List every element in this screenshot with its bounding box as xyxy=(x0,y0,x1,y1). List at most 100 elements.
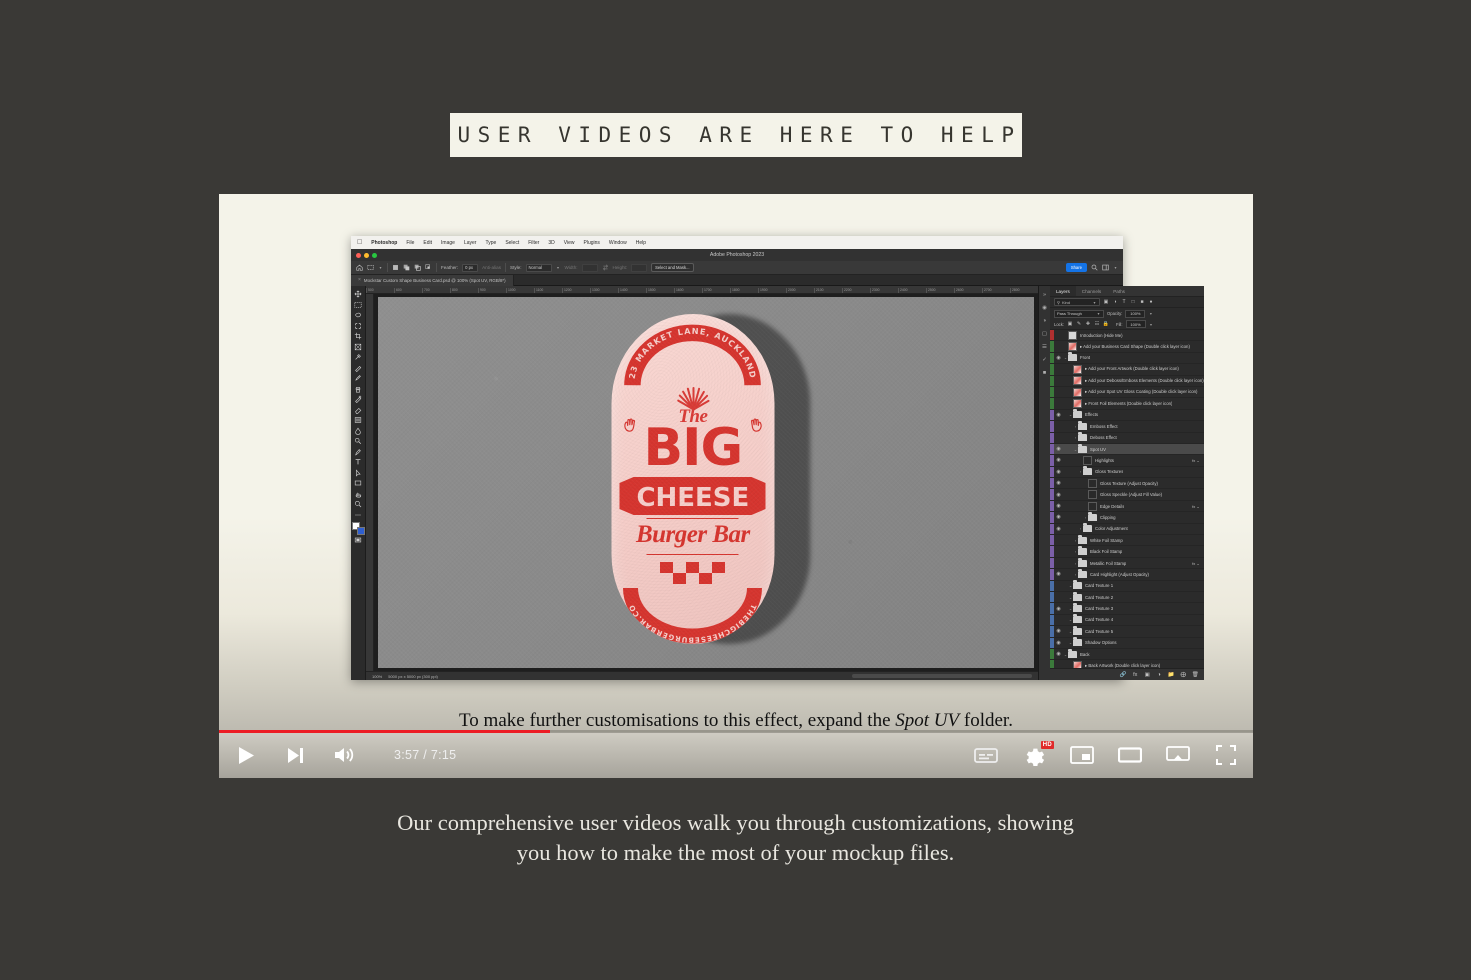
layer-row[interactable]: › Deboss Effect xyxy=(1050,432,1204,444)
horizontal-scrollbar[interactable] xyxy=(852,674,1032,678)
filter-shape-icon[interactable]: □ xyxy=(1130,299,1136,305)
layer-thumbnail[interactable] xyxy=(1088,490,1097,500)
artboard[interactable]: 23 MARKET LANE, AUCKLAND The BIG CHEESE … xyxy=(378,297,1034,668)
filter-kind-select[interactable]: ⚲ Kind ▾ xyxy=(1054,298,1100,306)
layer-thumbnail[interactable] xyxy=(1073,387,1082,397)
subtitles-button[interactable] xyxy=(973,742,999,768)
layer-row[interactable]: ◉ Edge Details fx ⌄ xyxy=(1050,500,1204,513)
antialias-label[interactable]: Anti-alias xyxy=(482,265,501,270)
layers-panel-icon[interactable]: ■ xyxy=(1041,369,1048,376)
layer-row[interactable]: ◉ › Gloss Textures xyxy=(1050,466,1204,479)
menu-filter[interactable]: Filter xyxy=(528,240,539,246)
layer-effects-icon[interactable]: fx ⌄ xyxy=(1192,504,1204,509)
spot-healing-tool-icon[interactable] xyxy=(351,363,365,374)
theater-mode-button[interactable] xyxy=(1117,742,1143,768)
layer-visibility-icon[interactable]: ◉ xyxy=(1054,571,1063,577)
filter-pixel-icon[interactable]: ▣ xyxy=(1103,299,1109,305)
home-icon[interactable] xyxy=(356,264,363,271)
opacity-input[interactable]: 100% xyxy=(1125,309,1146,318)
layer-row[interactable]: ▸ Add your Business Card Shape (Double c… xyxy=(1050,341,1204,353)
layer-style-icon[interactable]: fx xyxy=(1132,671,1139,678)
eraser-tool-icon[interactable] xyxy=(351,405,365,416)
zoom-tool-icon[interactable] xyxy=(351,499,365,510)
tab-paths[interactable]: Paths xyxy=(1107,289,1131,296)
swap-dimensions-icon[interactable] xyxy=(602,264,609,271)
chevron-down-icon[interactable]: ▾ xyxy=(1092,300,1097,305)
menu-select[interactable]: Select xyxy=(505,240,519,246)
filter-smart-object-icon[interactable]: ■ xyxy=(1139,299,1145,305)
menu-photoshop[interactable]: Photoshop xyxy=(371,240,397,246)
edit-toolbar-icon[interactable] xyxy=(351,510,365,521)
layer-effects-icon[interactable]: fx ⌄ xyxy=(1192,561,1204,566)
layer-list[interactable]: Introduction (Hide Me) ▸ Add your Busines… xyxy=(1050,330,1204,668)
layer-visibility-icon[interactable]: ◉ xyxy=(1054,651,1063,657)
cast-button[interactable] xyxy=(1165,742,1191,768)
fill-chevron-icon[interactable]: ▾ xyxy=(1149,322,1154,327)
object-selection-tool-icon[interactable] xyxy=(351,321,365,332)
rectangular-marquee-tool-icon[interactable] xyxy=(351,300,365,311)
paths-panel-icon[interactable]: ✓ xyxy=(1041,356,1048,363)
search-icon[interactable] xyxy=(1091,264,1098,271)
layer-thumbnail[interactable] xyxy=(1083,455,1092,465)
layer-row[interactable]: ▸ Add your Spot UV Gloss Coating (Double… xyxy=(1050,386,1204,399)
menu-window[interactable]: Window xyxy=(609,240,627,246)
lock-image-pixels-icon[interactable]: ✎ xyxy=(1076,321,1082,327)
layer-row[interactable]: Introduction (Hide Me) xyxy=(1050,330,1204,342)
menu-image[interactable]: Image xyxy=(441,240,455,246)
layer-thumbnail[interactable] xyxy=(1073,661,1082,668)
layer-thumbnail[interactable] xyxy=(1068,342,1077,352)
link-layers-icon[interactable]: 🔗 xyxy=(1120,671,1127,678)
lock-row[interactable]: Lock: ▣ ✎ ✚ ☷ 🔒 Fill: 100% ▾ xyxy=(1050,319,1204,330)
next-video-button[interactable] xyxy=(282,742,308,768)
type-tool-icon[interactable] xyxy=(351,457,365,468)
layer-row[interactable]: ◉ › Card Highlight (Adjust Opacity) xyxy=(1050,568,1204,581)
layer-visibility-icon[interactable]: ◉ xyxy=(1054,469,1063,475)
frame-tool-icon[interactable] xyxy=(351,342,365,353)
layer-row[interactable]: ◉ ⌄ Spot UV xyxy=(1050,443,1204,456)
layer-thumbnail[interactable] xyxy=(1088,501,1097,511)
layer-row[interactable]: ◉ Gloss Speckle (Adjust Fill Value) xyxy=(1050,489,1204,501)
layer-thumbnail[interactable] xyxy=(1088,478,1097,488)
options-bar[interactable]: ▾ Feather: 0 px Anti-alias Style: Normal… xyxy=(351,261,1123,275)
menu-file[interactable]: File xyxy=(406,240,414,246)
chevron-down-icon[interactable]: ▾ xyxy=(1096,311,1101,316)
menu-view[interactable]: View xyxy=(564,240,575,246)
style-chevron-icon[interactable]: ▾ xyxy=(556,265,561,270)
play-button[interactable] xyxy=(233,742,259,768)
layer-row[interactable]: ◉ ⌄ Card Texture 3 xyxy=(1050,603,1204,615)
subtract-selection-icon[interactable] xyxy=(414,264,421,271)
width-input[interactable] xyxy=(581,263,598,272)
document-tab[interactable]: × Mockstar Custom Shape Business Card.ps… xyxy=(351,274,514,286)
feather-input[interactable]: 0 px xyxy=(462,263,479,272)
move-tool-icon[interactable] xyxy=(351,289,365,300)
style-select[interactable]: Normal xyxy=(525,263,552,272)
layer-row[interactable]: ◉ › Color Adjustment xyxy=(1050,523,1204,536)
blur-tool-icon[interactable] xyxy=(351,426,365,437)
eyedropper-tool-icon[interactable] xyxy=(351,352,365,363)
layer-row[interactable]: ◉ › Clipping xyxy=(1050,511,1204,524)
lock-position-icon[interactable]: ✚ xyxy=(1085,321,1091,327)
select-and-mask-button[interactable]: Select and Mask... xyxy=(651,263,694,272)
layer-thumbnail[interactable] xyxy=(1068,330,1077,340)
video-player[interactable]:  Photoshop File Edit Image Layer Type S… xyxy=(219,194,1253,778)
layer-row[interactable]: › Metallic Foil Stamp fx ⌄ xyxy=(1050,557,1204,570)
layer-row[interactable]: ◉ ⌄ Card Texture 5 xyxy=(1050,625,1204,638)
layer-row[interactable]: › White Foil Stamp xyxy=(1050,534,1204,547)
gradient-tool-icon[interactable] xyxy=(351,415,365,426)
layer-visibility-icon[interactable]: ◉ xyxy=(1054,606,1063,612)
lasso-tool-icon[interactable] xyxy=(351,310,365,321)
layer-row[interactable]: ▸ Front Foil Elements (Double click laye… xyxy=(1050,398,1204,410)
layer-visibility-icon[interactable]: ◉ xyxy=(1054,492,1063,498)
menu-edit[interactable]: Edit xyxy=(423,240,432,246)
panel-tabs[interactable]: Layers Channels Paths xyxy=(1050,286,1204,297)
quick-mask-icon[interactable] xyxy=(351,535,365,546)
blend-mode-row[interactable]: Pass Through ▾ Opacity: 100% ▾ xyxy=(1050,308,1204,319)
tab-channels[interactable]: Channels xyxy=(1076,289,1107,296)
canvas-area[interactable]: 23 MARKET LANE, AUCKLAND The BIG CHEESE … xyxy=(374,294,1038,671)
menu-plugins[interactable]: Plugins xyxy=(584,240,600,246)
menu-3d[interactable]: 3D xyxy=(548,240,554,246)
layer-thumbnail[interactable] xyxy=(1073,376,1082,386)
foreground-background-color-picker[interactable] xyxy=(351,522,365,535)
filter-toggle-icon[interactable]: ● xyxy=(1148,299,1154,305)
add-selection-icon[interactable] xyxy=(403,264,410,271)
